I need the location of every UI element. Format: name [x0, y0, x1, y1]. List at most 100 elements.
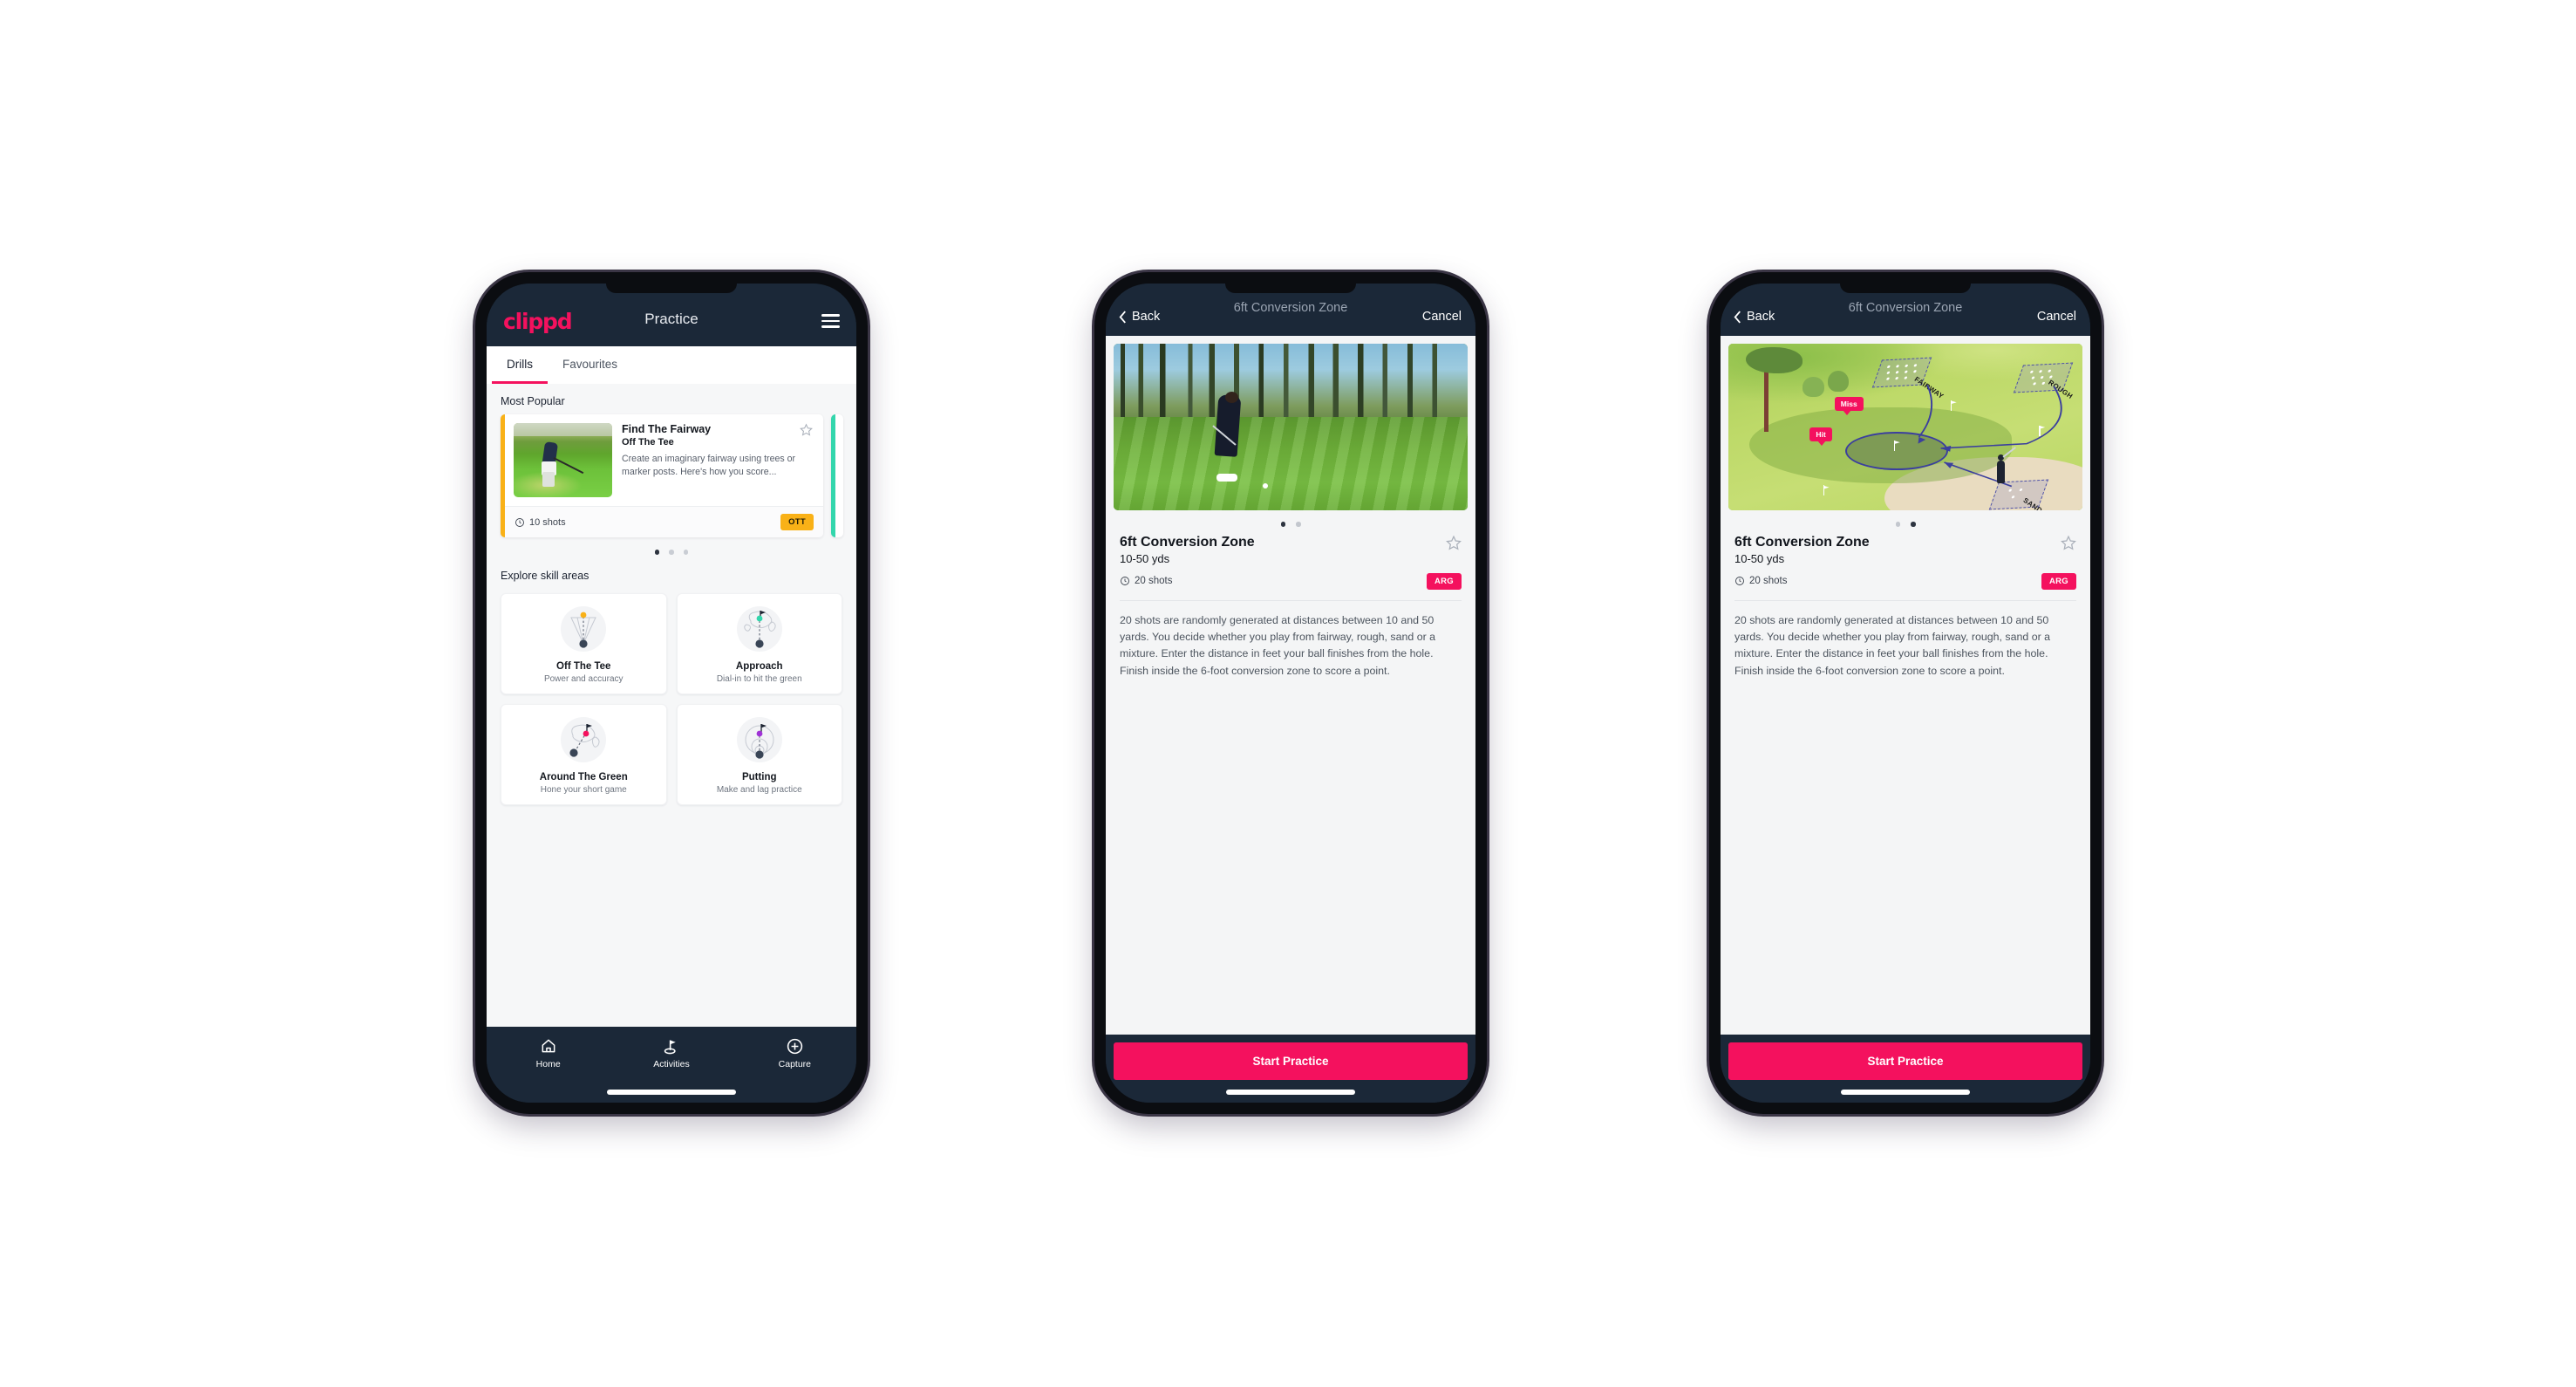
media-dot-1[interactable] [1280, 522, 1285, 527]
back-label: Back [1747, 310, 1775, 324]
drill-skill-badge: ARG [2041, 572, 2076, 590]
putting-rings-icon [683, 714, 837, 769]
golf-flag-icon [610, 1036, 733, 1056]
start-practice-button[interactable]: Start Practice [1114, 1042, 1468, 1080]
drill-skill-badge: OTT [780, 514, 814, 530]
phone-notch [606, 284, 737, 293]
clippd-logo: clippd [503, 308, 573, 334]
star-outline-icon[interactable] [800, 423, 813, 436]
skill-desc: Power and accuracy [543, 673, 624, 684]
tab-favourites[interactable]: Favourites [548, 346, 632, 384]
back-label: Back [1132, 310, 1161, 324]
skill-desc: Dial-in to hit the green [716, 673, 802, 684]
clock-icon [1121, 577, 1129, 585]
skill-card-putting[interactable]: Putting Make and lag practice [676, 703, 842, 805]
media-carousel-dots [1106, 510, 1475, 535]
star-outline-icon[interactable] [2061, 535, 2076, 550]
tab-bar: Drills Favourites [487, 346, 856, 384]
detail-title: 6ft Conversion Zone [1233, 301, 1348, 315]
home-indicator [1841, 1090, 1970, 1095]
miss-tag: Miss [1834, 397, 1864, 416]
detail-body: FAIRWAY ROUGH SAND Miss Hit 6ft Conversi… [1721, 336, 2090, 1035]
drill-title: Find The Fairway [622, 423, 712, 435]
drill-media-illustration[interactable]: FAIRWAY ROUGH SAND Miss Hit [1728, 344, 2082, 510]
skill-name: Around The Green [539, 771, 628, 782]
approach-green-icon [683, 604, 837, 658]
home-indicator [1226, 1090, 1355, 1095]
drill-media-photo[interactable] [1114, 344, 1468, 510]
detail-header: 6ft Conversion Zone 10-50 yds 20 shots A… [1721, 535, 2090, 590]
skill-card-around-the-green[interactable]: Around The Green Hone your short game [501, 703, 667, 805]
skill-card-approach[interactable]: Approach Dial-in to hit the green [676, 592, 842, 694]
drill-shots-label: 10 shots [529, 516, 566, 528]
cancel-button[interactable]: Cancel [2037, 310, 2076, 324]
media-dot-1[interactable] [1895, 522, 1900, 527]
nav-item-capture[interactable]: Capture [733, 1036, 856, 1069]
detail-header: 6ft Conversion Zone 10-50 yds 20 shots A… [1106, 535, 1475, 590]
phone-notch [1840, 284, 1971, 293]
drill-thumbnail [514, 423, 612, 497]
drill-category: Off The Tee [622, 437, 674, 448]
start-practice-button[interactable]: Start Practice [1728, 1042, 2082, 1080]
cancel-button[interactable]: Cancel [1422, 310, 1462, 324]
drill-shots: 20 shots [1120, 576, 1172, 586]
back-button[interactable]: Back [1118, 310, 1160, 325]
media-dot-2[interactable] [1296, 522, 1301, 527]
tee-dispersion-icon [507, 604, 661, 658]
nav-label: Capture [778, 1059, 811, 1069]
explore-skill-areas-heading: Explore skill areas [501, 569, 589, 582]
drill-description: 20 shots are randomly generated at dista… [1120, 613, 1436, 677]
skill-name: Putting [741, 771, 777, 782]
star-outline-icon[interactable] [1446, 535, 1462, 550]
drill-card-find-the-fairway[interactable]: Find The Fairway Off The Tee Create an i… [501, 414, 823, 537]
nav-item-activities[interactable]: Activities [610, 1036, 733, 1069]
drill-skill-badge: ARG [1426, 572, 1462, 590]
skill-desc: Make and lag practice [716, 784, 802, 795]
home-icon [487, 1036, 610, 1056]
skill-name: Approach [735, 660, 783, 672]
shot-arrows [1918, 385, 2062, 488]
drill-shots: 10 shots [515, 517, 566, 528]
skill-areas-grid: Off The Tee Power and accuracy Approach … [487, 589, 856, 817]
drill-shots-label: 20 shots [1135, 576, 1173, 586]
chevron-left-icon [1734, 310, 1741, 324]
carousel-dots [487, 537, 856, 558]
drill-shots-label: 20 shots [1749, 576, 1788, 586]
plus-circle-icon [733, 1036, 856, 1056]
chip-green-icon [507, 714, 661, 769]
skill-desc: Hone your short game [540, 784, 627, 795]
screenshot-canvas: clippd Practice Drills Favourites Most P… [0, 0, 2576, 1387]
clock-icon [1735, 577, 1744, 585]
golfer-figure-icon [1996, 454, 2005, 484]
hamburger-icon[interactable] [821, 314, 840, 328]
skill-card-off-the-tee[interactable]: Off The Tee Power and accuracy [501, 592, 667, 694]
drill-distance: 10-50 yds [1734, 551, 1785, 565]
media-dot-2[interactable] [1911, 522, 1916, 527]
carousel-dot-3[interactable] [683, 550, 689, 555]
detail-title: 6ft Conversion Zone [1848, 301, 1963, 315]
carousel-dot-2[interactable] [669, 550, 674, 555]
drill-card-next-peek[interactable] [831, 414, 843, 537]
home-indicator [607, 1090, 736, 1095]
nav-item-home[interactable]: Home [487, 1036, 610, 1069]
skill-name: Off The Tee [556, 660, 611, 672]
drill-description: Create an imaginary fairway using trees … [622, 454, 796, 478]
phone-practice: clippd Practice Drills Favourites Most P… [475, 272, 868, 1114]
drill-description: 20 shots are randomly generated at dista… [1734, 613, 2051, 677]
practice-scroll-area[interactable]: Most Popular Find The Fairway Off The Te… [487, 384, 856, 1027]
back-button[interactable]: Back [1733, 310, 1775, 325]
drill-shots: 20 shots [1734, 576, 1787, 586]
tab-drills[interactable]: Drills [492, 346, 548, 384]
clock-icon [515, 517, 524, 527]
hit-tag: Hit [1809, 427, 1832, 446]
media-carousel-dots [1721, 510, 2090, 535]
phone-notch [1225, 284, 1356, 293]
phone-drill-detail-2: Back 6ft Conversion Zone Cancel FAIRWAY … [1709, 272, 2102, 1114]
drill-title: 6ft Conversion Zone [1734, 534, 1870, 550]
most-popular-carousel[interactable]: Find The Fairway Off The Tee Create an i… [487, 414, 856, 537]
nav-label: Home [535, 1059, 561, 1069]
drill-title: 6ft Conversion Zone [1120, 534, 1255, 550]
chevron-left-icon [1119, 310, 1126, 324]
carousel-dot-1[interactable] [654, 550, 660, 555]
detail-body: 6ft Conversion Zone 10-50 yds 20 shots A… [1106, 336, 1475, 1035]
